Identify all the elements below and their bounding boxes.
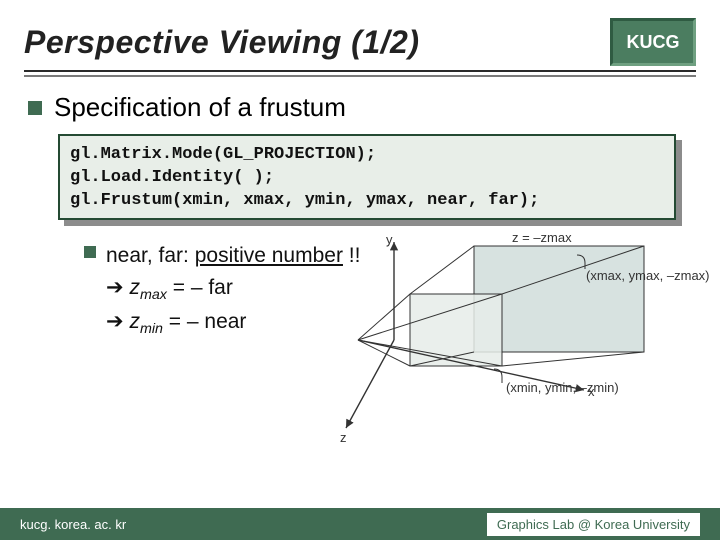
axis-z-label: z bbox=[340, 430, 347, 445]
footer-right-text: Graphics Lab @ Korea University bbox=[487, 513, 700, 536]
square-bullet-icon bbox=[28, 101, 42, 115]
pt-bottom-label: (xmin, ymin, –zmin) bbox=[506, 380, 619, 395]
sub-bullet-text: near, far: positive number !! ➔ zmax = –… bbox=[106, 240, 360, 341]
zmax-sub: max bbox=[140, 287, 167, 303]
z-zmax-label: z = –zmax bbox=[512, 230, 572, 245]
main-bullet: Specification of a frustum bbox=[28, 92, 346, 123]
zmin-rhs: = – near bbox=[163, 310, 246, 333]
main-bullet-text: Specification of a frustum bbox=[54, 92, 346, 123]
code-line-2: gl.Load.Identity( ); bbox=[70, 168, 274, 187]
sub-positive-number: positive number bbox=[195, 244, 343, 267]
footer-bar: kucg. korea. ac. kr Graphics Lab @ Korea… bbox=[0, 508, 720, 540]
axis-y-label: y bbox=[386, 232, 393, 247]
zmin-sub: min bbox=[140, 321, 163, 337]
logo-badge: KUCG bbox=[610, 18, 696, 66]
zmax-var: z bbox=[129, 276, 140, 299]
sub-bullet: near, far: positive number !! ➔ zmax = –… bbox=[84, 240, 360, 341]
frustum-diagram: y x z z = –zmax (xmax, ymax, –zmax) (xmi… bbox=[324, 232, 700, 446]
zmax-rhs: = – far bbox=[167, 276, 233, 299]
title-divider bbox=[24, 70, 696, 77]
square-bullet-small-icon bbox=[84, 246, 96, 258]
slide-title: Perspective Viewing (1/2) bbox=[24, 24, 419, 61]
code-box: gl.Matrix.Mode(GL_PROJECTION); gl.Load.I… bbox=[58, 134, 676, 220]
arrow-icon: ➔ bbox=[106, 276, 129, 299]
sub-nearfar: near, far: bbox=[106, 244, 195, 267]
code-line-3: gl.Frustum(xmin, xmax, ymin, ymax, near,… bbox=[70, 191, 539, 210]
code-line-1: gl.Matrix.Mode(GL_PROJECTION); bbox=[70, 145, 376, 164]
arrow-icon: ➔ bbox=[106, 310, 129, 333]
pt-top-label: (xmax, ymax, –zmax) bbox=[586, 268, 710, 283]
footer-left-text: kucg. korea. ac. kr bbox=[20, 517, 126, 532]
zmin-var: z bbox=[129, 310, 140, 333]
